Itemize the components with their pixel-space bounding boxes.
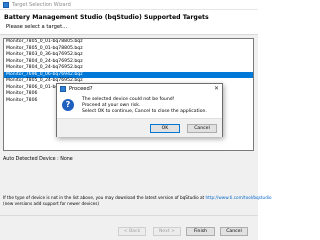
- close-icon[interactable]: ✕: [214, 84, 219, 93]
- dialog-app-icon: [60, 86, 66, 92]
- dialog-message-line: Select OK to continue, Cancel to close t…: [82, 109, 207, 114]
- question-icon: ?: [62, 99, 74, 111]
- next-button[interactable]: Next >: [153, 227, 181, 236]
- wizard-footer: < Back Next > Finish Cancel: [0, 215, 258, 240]
- bqstudio-download-link[interactable]: http://www.ti.com/tool/bqstudio: [206, 195, 272, 200]
- window-titlebar[interactable]: Target Selection Wizard: [0, 0, 258, 10]
- dialog-title: Proceed?: [69, 86, 93, 92]
- wizard-header: Battery Management Studio (bqStudio) Sup…: [0, 10, 258, 35]
- dialog-cancel-button[interactable]: Cancel: [187, 124, 217, 133]
- dialog-footer: OK Cancel: [57, 118, 222, 137]
- proceed-dialog[interactable]: Proceed? ✕ ? The selected device could n…: [56, 83, 223, 137]
- window-title: Target Selection Wizard: [12, 2, 71, 8]
- dialog-body: ? The selected device could not be found…: [57, 94, 222, 118]
- page-title: Battery Management Studio (bqStudio) Sup…: [4, 14, 209, 21]
- page-subtitle: Please select a target...: [6, 24, 68, 30]
- app-icon: [3, 2, 9, 8]
- download-info-note: (new versions add support for newer devi…: [3, 201, 100, 206]
- auto-detected-device: Auto Detected Device : None: [3, 157, 73, 162]
- ok-button[interactable]: OK: [150, 124, 180, 133]
- cancel-button[interactable]: Cancel: [220, 227, 248, 236]
- dialog-titlebar[interactable]: Proceed? ✕: [57, 84, 222, 94]
- finish-button[interactable]: Finish: [186, 227, 215, 236]
- download-info-text: If the type of device is not in the list…: [3, 195, 206, 200]
- back-button[interactable]: < Back: [118, 227, 146, 236]
